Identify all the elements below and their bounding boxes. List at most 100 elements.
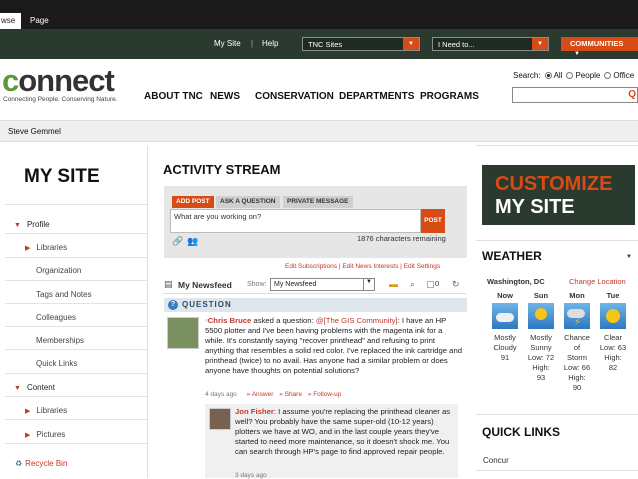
sun-shape [606,309,620,323]
help-link[interactable]: Help [262,39,278,48]
ribbon-tab-browse[interactable]: wse [0,13,21,29]
nav-news[interactable]: NEWS [210,91,240,102]
desc-line: Storm [566,353,587,362]
comment-count: 0 [435,279,440,288]
i-need-to-select[interactable]: I Need to... ▼ [432,37,549,51]
cloud-shape [496,313,514,322]
chevron-down-icon: ▼ [363,279,374,290]
weather-day-tue: Tue [606,291,620,300]
follow-up-link[interactable]: » Follow-up [308,391,342,398]
storm-icon: ⚡ [564,303,590,329]
sidebar-item-libraries[interactable]: ▶ Libraries [25,243,67,252]
desc-line: Mostly [494,333,516,342]
weather-title: WEATHER [482,249,542,263]
answer-link[interactable]: » Answer [247,391,274,398]
post-composer: ADD POST ASK A QUESTION PRIVATE MESSAGE … [164,186,467,258]
sidebar-item-memberships[interactable]: Memberships [36,336,84,345]
sidebar-item-quick-links[interactable]: Quick Links [36,359,77,368]
follow-up-label: Follow-up [313,391,342,398]
cloudy-icon [492,303,518,329]
rss-icon[interactable]: ▬ [389,279,398,289]
sidebar-item-organization[interactable]: Organization [36,266,81,275]
search-input[interactable]: Q [512,87,638,103]
group-link[interactable]: @[The GIS Community] [316,316,398,325]
i-need-to-label: I Need to... [438,40,475,49]
weather-desc-sun: Mostly Sunny Low: 72 High: 93 [525,333,557,383]
search-icon[interactable]: ⌕ [410,279,415,290]
author-link[interactable]: Chris Bruce [208,316,252,325]
sidebar-item-content-libraries[interactable]: ▶ Libraries [25,406,67,415]
divider [476,470,638,471]
radio-all[interactable] [544,72,552,79]
tab-add-post[interactable]: ADD POST [172,196,214,208]
filter-value: My Newsfeed [274,281,317,288]
ribbon-tab-page[interactable]: Page [24,13,55,29]
author-link[interactable]: Jon Fisher [235,407,274,416]
weather-day-now: Now [497,291,513,300]
sidebar-item-label: Libraries [36,243,68,252]
radio-people-label: People [575,71,601,80]
sidebar-item-label: Libraries [36,406,68,415]
connect-logo[interactable]: connect [2,65,115,97]
post-input[interactable]: What are you working on? [170,209,421,233]
nav-about[interactable]: ABOUT TNC [144,91,203,102]
newsfeed-bar: ▤ My Newsfeed Show: My Newsfeed ▼ ▬ ⌕ ▢ … [163,276,466,294]
edit-links[interactable]: Edit Subscriptions | Edit News Interests… [285,263,440,270]
divider [5,280,148,281]
nav-departments[interactable]: DEPARTMENTS [339,91,414,102]
desc-line: Mostly [530,333,552,342]
sidebar-item-colleagues[interactable]: Colleagues [36,313,76,322]
desc-line: 82 [608,363,618,372]
tab-private-message[interactable]: PRIVATE MESSAGE [283,196,353,208]
sidebar-item-recycle-bin[interactable]: ♻ Recycle Bin [15,459,67,468]
communities-button[interactable]: COMMUNITIES ▼ [561,37,638,57]
chevron-down-icon: ▼ [532,38,548,50]
sidebar-profile-label: Profile [26,220,50,229]
reply-box: Jon Fisher: I assume you're replacing th… [205,404,458,479]
tab-ask-question[interactable]: ASK A QUESTION [216,196,280,208]
nav-conservation[interactable]: CONSERVATION [255,91,334,102]
newsfeed-filter-select[interactable]: My Newsfeed ▼ [270,278,375,291]
desc-line: Cloudy [493,343,517,352]
avatar[interactable] [209,408,231,430]
timestamp: 4 days ago [205,391,237,398]
sidebar-item-tags[interactable]: Tags and Notes [36,290,92,299]
share-link[interactable]: » Share [279,391,302,398]
radio-people[interactable] [566,72,574,79]
chevron-down-icon: ▼ [403,38,419,50]
divider [5,233,148,234]
left-sidebar: MY SITE ▼ Profile ▶ Libraries Organization… [5,146,148,478]
weather-desc-tue: Clear Low: 63 High: 82 [597,333,629,373]
tnc-sites-select[interactable]: TNC Sites ▼ [302,37,420,51]
question-icon: ? [168,300,178,310]
my-site-link[interactable]: My Site [214,39,241,48]
post-button[interactable]: POST [421,209,445,233]
weather-day-sun: Sun [533,291,549,300]
desc-line: Low: 66 [563,363,591,372]
chevron-down-icon[interactable]: ▼ [626,254,632,260]
top-bar: My Site | Help TNC Sites ▼ I Need to... … [0,29,638,59]
change-location-link[interactable]: Change Location [569,277,626,286]
attach-icon[interactable]: 🔗 [172,236,183,247]
my-site-title: MY SITE [24,166,100,187]
quick-link-concur[interactable]: Concur [483,456,509,465]
search-icon[interactable]: Q [628,89,636,100]
sidebar-item-label: Pictures [36,430,66,439]
comment-icon[interactable]: ▢ [426,279,435,290]
sidebar-profile[interactable]: ▼ Profile [14,220,50,229]
nav-programs[interactable]: PROGRAMS [420,91,479,102]
desc-line: 93 [536,373,546,382]
refresh-icon[interactable]: ↻ [452,279,460,290]
desc-line: 91 [500,353,510,362]
divider [5,204,148,205]
tagline: Connecting People. Conserving Nature. [3,96,118,103]
question-post: ▫Chris Bruce asked a question: @[The GIS… [205,316,463,376]
chevron-right-icon: ▶ [25,408,31,415]
sidebar-content[interactable]: ▼ Content [14,383,55,392]
sidebar-item-pictures[interactable]: ▶ Pictures [25,430,65,439]
avatar[interactable] [167,317,199,349]
radio-office[interactable] [604,72,612,79]
customize-line1: CUSTOMIZE [495,173,613,195]
customize-my-site-banner[interactable]: CUSTOMIZE MY SITE [482,165,635,225]
people-icon[interactable]: 👥 [187,236,198,247]
